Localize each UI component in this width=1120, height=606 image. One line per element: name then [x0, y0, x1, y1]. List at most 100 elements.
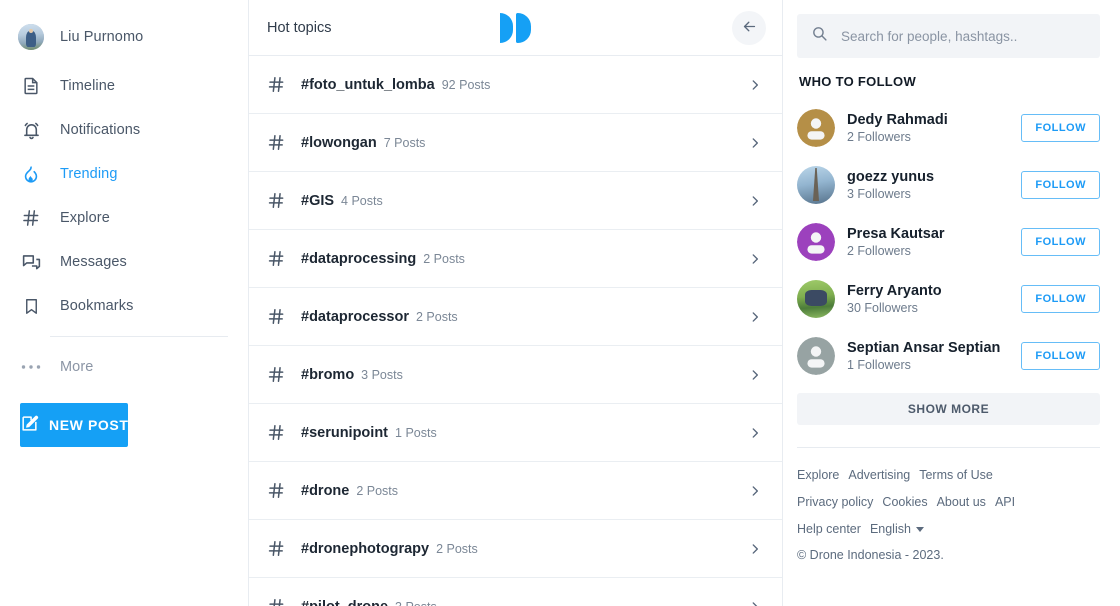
follow-button[interactable]: FOLLOW — [1021, 170, 1100, 199]
chevron-right-icon[interactable] — [748, 136, 762, 150]
profile-name: Liu Purnomo — [60, 29, 144, 45]
footer-link[interactable]: Explore — [797, 464, 839, 486]
topic-tag: #GIS — [301, 192, 335, 209]
topic-count: 2 Posts — [356, 483, 399, 498]
chevron-right-icon[interactable] — [748, 252, 762, 266]
drone-indonesia-logo — [498, 12, 534, 43]
topic-row[interactable]: #bromo 3 Posts — [249, 346, 782, 404]
center-column: Hot topics #foto_untuk_lomba 92 Posts #low… — [248, 0, 783, 606]
topic-count: 3 Posts — [361, 367, 403, 382]
topic-count: 2 Posts — [423, 251, 465, 266]
topic-tag: #lowongan — [301, 134, 377, 151]
chevron-right-icon[interactable] — [748, 542, 762, 556]
avatar — [18, 24, 44, 50]
chevron-right-icon[interactable] — [748, 194, 762, 208]
footer-link[interactable]: API — [995, 491, 1015, 513]
copyright: © Drone Indonesia - 2023. — [797, 548, 944, 562]
ellipsis-icon — [20, 356, 42, 378]
person-name: Septian Ansar Septian — [847, 339, 1001, 356]
topic-count: 1 Posts — [395, 425, 437, 440]
sidebar-item-explore[interactable]: Explore — [0, 196, 248, 240]
language-selector[interactable]: English — [870, 518, 924, 540]
search-input[interactable] — [841, 28, 1086, 44]
topic-row[interactable]: #foto_untuk_lomba 92 Posts — [249, 56, 782, 114]
back-button[interactable] — [732, 11, 766, 45]
chevron-right-icon[interactable] — [748, 484, 762, 498]
new-post-button[interactable]: NEW POST — [20, 403, 129, 447]
topic-row[interactable]: #GIS 4 Posts — [249, 172, 782, 230]
topic-tag: #drone — [301, 482, 350, 499]
topic-row[interactable]: #lowongan 7 Posts — [249, 114, 782, 172]
sidebar-item-label: Messages — [60, 254, 127, 270]
footer-divider — [797, 447, 1100, 448]
topic-row[interactable]: #drone 2 Posts — [249, 462, 782, 520]
footer-link[interactable]: About us — [937, 491, 986, 513]
person-name: Dedy Rahmadi — [847, 111, 948, 128]
sidebar-item-messages[interactable]: Messages — [0, 240, 248, 284]
sidebar-item-label: Trending — [60, 166, 118, 182]
topic-row[interactable]: #serunipoint 1 Posts — [249, 404, 782, 462]
hashtag-icon — [267, 481, 301, 500]
right-sidebar: WHO TO FOLLOW Dedy Rahmadi 2 Followers FOL… — [783, 0, 1120, 606]
follow-button[interactable]: FOLLOW — [1021, 227, 1100, 256]
sidebar-item-label: Timeline — [60, 78, 116, 94]
chevron-down-icon — [915, 526, 924, 532]
person-name: Ferry Aryanto — [847, 282, 942, 299]
bell-icon — [20, 119, 42, 141]
sidebar-item-more[interactable]: More — [0, 345, 248, 389]
search-box[interactable] — [797, 14, 1100, 58]
search-icon — [811, 25, 828, 47]
app-root: Liu Purnomo Timeline Notifications Trend… — [0, 0, 1120, 606]
hashtag-icon — [20, 207, 42, 229]
hashtag-icon — [267, 307, 301, 326]
sidebar-item-timeline[interactable]: Timeline — [0, 64, 248, 108]
sidebar-item-label: Explore — [60, 210, 110, 226]
sidebar-item-trending[interactable]: Trending — [0, 152, 248, 196]
topic-tag: #dronephotograpy — [301, 540, 430, 557]
topic-tag: #foto_untuk_lomba — [301, 76, 435, 93]
chevron-right-icon[interactable] — [748, 368, 762, 382]
hashtag-icon — [267, 133, 301, 152]
topic-tag: #dataprocessor — [301, 308, 409, 325]
topic-row[interactable]: #pilot_drone 3 Posts — [249, 578, 782, 606]
topic-tag: #bromo — [301, 366, 355, 383]
show-more-button[interactable]: SHOW MORE — [797, 393, 1100, 425]
person-name: goezz yunus — [847, 168, 935, 185]
topic-count: 4 Posts — [341, 193, 383, 208]
sidebar-item-label: Notifications — [60, 122, 141, 138]
footer-link[interactable]: Terms of Use — [919, 464, 993, 486]
person-row: goezz yunus 3 Followers FOLLOW — [797, 156, 1100, 213]
chevron-right-icon[interactable] — [748, 600, 762, 606]
topic-row[interactable]: #dataprocessor 2 Posts — [249, 288, 782, 346]
person-name: Presa Kautsar — [847, 225, 945, 242]
follow-button[interactable]: FOLLOW — [1021, 284, 1100, 313]
sidebar-item-label: More — [60, 359, 94, 375]
hashtag-icon — [267, 539, 301, 558]
person-followers: 2 Followers — [847, 243, 911, 258]
topic-count: 92 Posts — [441, 77, 491, 92]
avatar — [797, 108, 835, 147]
page-title: Hot topics — [267, 19, 332, 36]
footer-link[interactable]: Advertising — [848, 464, 910, 486]
hashtag-icon — [267, 597, 301, 606]
flame-icon — [20, 163, 42, 185]
sidebar-item-notifications[interactable]: Notifications — [0, 108, 248, 152]
sidebar-divider — [50, 336, 228, 337]
chevron-right-icon[interactable] — [748, 310, 762, 324]
person-followers: 1 Followers — [847, 357, 911, 372]
footer-link[interactable]: Help center — [797, 518, 861, 540]
footer-link[interactable]: Cookies — [882, 491, 927, 513]
who-to-follow-title: WHO TO FOLLOW — [799, 74, 917, 89]
topic-row[interactable]: #dataprocessing 2 Posts — [249, 230, 782, 288]
sidebar-item-profile[interactable]: Liu Purnomo — [0, 14, 248, 60]
chevron-right-icon[interactable] — [748, 78, 762, 92]
sidebar-item-bookmarks[interactable]: Bookmarks — [0, 284, 248, 328]
topic-row[interactable]: #dronephotograpy 2 Posts — [249, 520, 782, 578]
chevron-right-icon[interactable] — [748, 426, 762, 440]
footer-link[interactable]: Privacy policy — [797, 491, 873, 513]
follow-button[interactable]: FOLLOW — [1021, 113, 1100, 142]
hot-topics-list: #foto_untuk_lomba 92 Posts #lowongan 7 Post… — [249, 56, 782, 606]
new-post-label: NEW POST — [49, 417, 129, 433]
compose-icon — [20, 414, 39, 436]
follow-button[interactable]: FOLLOW — [1021, 341, 1100, 370]
